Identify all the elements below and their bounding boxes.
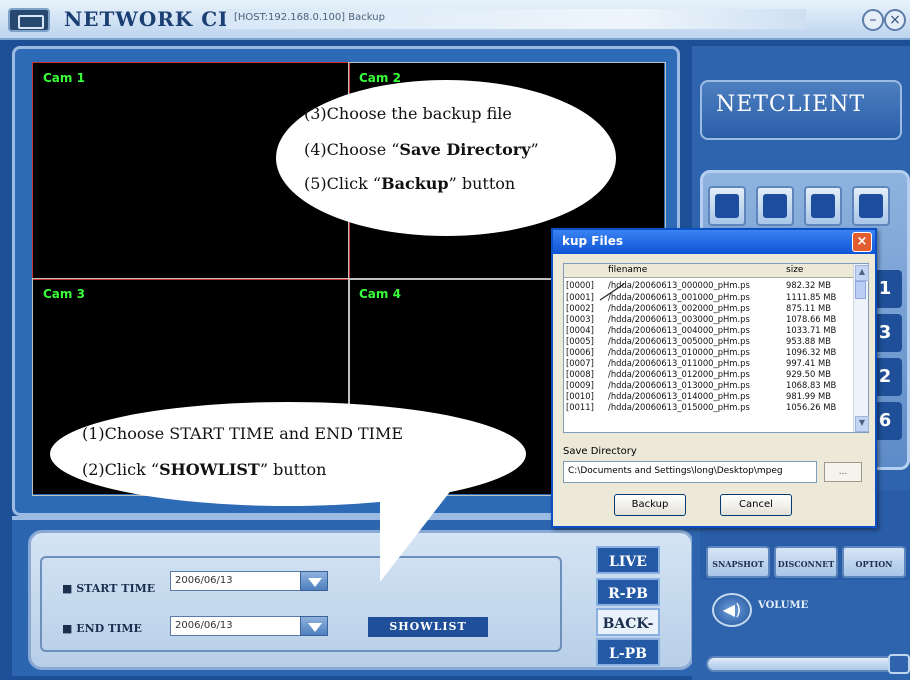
save-directory-input[interactable]: C:\Documents and Settings\long\Desktop\m… (563, 461, 817, 483)
file-row[interactable]: [0011]/hdda/20060613_015000_pHm.ps 1056.2… (564, 402, 854, 413)
file-row[interactable]: [0003]/hdda/20060613_003000_pHm.ps 1078.6… (564, 314, 854, 325)
file-row[interactable]: [0009]/hdda/20060613_013000_pHm.ps 1068.8… (564, 380, 854, 391)
save-directory-label: Save Directory (563, 446, 637, 457)
start-time-dropdown-icon[interactable] (300, 571, 328, 591)
backup-mode-button[interactable]: BACK-UP (596, 608, 660, 660)
callout-line: (2)Click “SHOWLIST” button (82, 460, 327, 479)
file-row[interactable]: [0008]/hdda/20060613_012000_pHm.ps 929.50… (564, 369, 854, 380)
volume-slider-handle[interactable] (888, 654, 910, 674)
dialog-close-icon[interactable]: × (852, 232, 872, 252)
filename-column-header[interactable]: filename (608, 265, 647, 275)
scrollbar-thumb[interactable] (855, 281, 866, 299)
file-list-header: filename size (564, 264, 854, 278)
snapshot-button[interactable]: SNAPSHOT (706, 546, 770, 578)
start-time-input[interactable]: 2006/06/13 (170, 571, 302, 591)
live-button[interactable]: LIVE (596, 546, 660, 574)
file-row[interactable]: [0007]/hdda/20060613_011000_pHm.ps 997.41… (564, 358, 854, 369)
camera-label: Cam 4 (359, 287, 401, 301)
callout-line: (3)Choose the backup file (304, 104, 512, 123)
dialog-title: kup Files (562, 234, 623, 248)
end-time-label: ■ END TIME (62, 622, 142, 635)
local-playback-button[interactable]: L-PB (596, 638, 660, 666)
remote-playback-button[interactable]: R-PB (596, 578, 660, 606)
host-info: [HOST:192.168.0.100] Backup (226, 9, 806, 29)
option-button[interactable]: OPTION (842, 546, 906, 578)
disconnect-button[interactable]: DISCONNET (774, 546, 838, 578)
scroll-down-icon[interactable]: ▼ (855, 416, 869, 432)
file-row[interactable]: [0005]/hdda/20060613_005000_pHm.ps 953.88… (564, 336, 854, 347)
file-row[interactable]: [0006]/hdda/20060613_010000_pHm.ps 1096.3… (564, 347, 854, 358)
callout-bottom (50, 402, 526, 506)
speaker-icon[interactable]: ◀) (712, 593, 752, 627)
brand-logo: NETCLIENT (716, 92, 866, 117)
backup-button[interactable]: Backup (614, 494, 686, 516)
callout-line: (5)Click “Backup” button (304, 174, 516, 193)
volume-slider[interactable] (706, 656, 910, 672)
volume-label: VOLUME (758, 600, 809, 611)
cancel-button[interactable]: Cancel (720, 494, 792, 516)
file-row[interactable]: [0002]/hdda/20060613_002000_pHm.ps 875.11… (564, 303, 854, 314)
layout-9-icon[interactable] (804, 186, 842, 226)
close-icon[interactable]: × (884, 9, 906, 31)
layout-4-icon[interactable] (756, 186, 794, 226)
scroll-up-icon[interactable]: ▲ (855, 265, 869, 281)
callout-line: (1)Choose START TIME and END TIME (82, 424, 404, 443)
minimize-icon[interactable]: – (862, 9, 884, 31)
showlist-button[interactable]: SHOWLIST (368, 617, 488, 637)
end-time-input[interactable]: 2006/06/13 (170, 616, 302, 636)
layout-1-icon[interactable] (708, 186, 746, 226)
file-row[interactable]: [0010]/hdda/20060613_014000_pHm.ps 981.99… (564, 391, 854, 402)
camera-label: Cam 3 (43, 287, 85, 301)
browse-button[interactable]: ... (824, 462, 862, 482)
size-column-header[interactable]: size (786, 265, 803, 275)
app-logo-icon (8, 8, 50, 32)
camera-label: Cam 1 (43, 71, 85, 85)
start-time-label: ■ START TIME (62, 582, 156, 595)
callout-line: (4)Choose “Save Directory” (304, 140, 539, 159)
end-time-dropdown-icon[interactable] (300, 616, 328, 636)
file-row[interactable]: [0004]/hdda/20060613_004000_pHm.ps 1033.7… (564, 325, 854, 336)
callout-arrow (599, 283, 625, 301)
layout-16-icon[interactable] (852, 186, 890, 226)
